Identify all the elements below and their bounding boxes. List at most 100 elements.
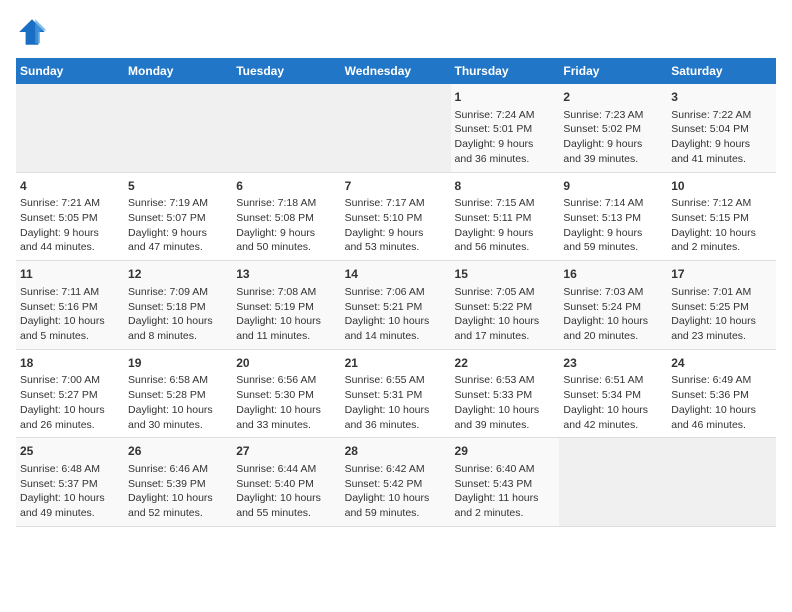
day-number: 26 — [128, 443, 228, 460]
calendar-cell: 20Sunrise: 6:56 AM Sunset: 5:30 PM Dayli… — [232, 349, 340, 438]
day-number: 11 — [20, 266, 120, 283]
day-number: 13 — [236, 266, 336, 283]
calendar-cell: 4Sunrise: 7:21 AM Sunset: 5:05 PM Daylig… — [16, 172, 124, 261]
weekday-header: Friday — [559, 58, 667, 84]
calendar-cell: 22Sunrise: 6:53 AM Sunset: 5:33 PM Dayli… — [451, 349, 560, 438]
calendar-cell: 12 Sunrise: 7:09 AM Sunset: 5:18 PM Dayli… — [124, 261, 232, 350]
day-info: Sunrise: 7:12 AM Sunset: 5:15 PM Dayligh… — [671, 196, 772, 255]
day-number: 16 — [563, 266, 663, 283]
day-info: Sunrise: 6:49 AM Sunset: 5:36 PM Dayligh… — [671, 373, 772, 432]
day-number: 15 — [455, 266, 556, 283]
calendar-week-row: 1 Sunrise: 7:24 AM Sunset: 5:01 PM Daylig… — [16, 84, 776, 172]
day-number: 2 — [563, 89, 663, 106]
calendar-cell: 6Sunrise: 7:18 AM Sunset: 5:08 PM Daylig… — [232, 172, 340, 261]
weekday-header: Saturday — [667, 58, 776, 84]
day-info: Sunrise: 7:09 AM Sunset: 5:18 PM Dayligh… — [128, 285, 228, 344]
weekday-header-row: SundayMondayTuesdayWednesdayThursdayFrid… — [16, 58, 776, 84]
calendar-cell: 18Sunrise: 7:00 AM Sunset: 5:27 PM Dayli… — [16, 349, 124, 438]
day-info: Sunrise: 6:58 AM Sunset: 5:28 PM Dayligh… — [128, 373, 228, 432]
logo-icon — [16, 16, 48, 48]
day-info: Sunrise: 6:53 AM Sunset: 5:33 PM Dayligh… — [455, 373, 556, 432]
calendar-cell: 26 Sunrise: 6:46 AM Sunset: 5:39 PM Dayli… — [124, 438, 232, 527]
day-info: Sunrise: 7:00 AM Sunset: 5:27 PM Dayligh… — [20, 373, 120, 432]
day-info: Sunrise: 6:51 AM Sunset: 5:34 PM Dayligh… — [563, 373, 663, 432]
day-info: Sunrise: 6:55 AM Sunset: 5:31 PM Dayligh… — [345, 373, 447, 432]
day-number: 9 — [563, 178, 663, 195]
calendar-cell: 7Sunrise: 7:17 AM Sunset: 5:10 PM Daylig… — [341, 172, 451, 261]
day-number: 22 — [455, 355, 556, 372]
day-info: Sunrise: 7:14 AM Sunset: 5:13 PM Dayligh… — [563, 196, 663, 255]
weekday-header: Monday — [124, 58, 232, 84]
calendar-cell: 17 Sunrise: 7:01 AM Sunset: 5:25 PM Dayli… — [667, 261, 776, 350]
day-number: 12 — [128, 266, 228, 283]
weekday-header: Thursday — [451, 58, 560, 84]
day-number: 27 — [236, 443, 336, 460]
day-info: Sunrise: 7:01 AM Sunset: 5:25 PM Dayligh… — [671, 285, 772, 344]
day-info: Sunrise: 7:23 AM Sunset: 5:02 PM Dayligh… — [563, 108, 663, 167]
day-number: 7 — [345, 178, 447, 195]
day-info: Sunrise: 7:17 AM Sunset: 5:10 PM Dayligh… — [345, 196, 447, 255]
day-number: 14 — [345, 266, 447, 283]
day-info: Sunrise: 7:24 AM Sunset: 5:01 PM Dayligh… — [455, 108, 556, 167]
calendar-cell: 21Sunrise: 6:55 AM Sunset: 5:31 PM Dayli… — [341, 349, 451, 438]
day-number: 23 — [563, 355, 663, 372]
calendar-cell — [667, 438, 776, 527]
day-number: 5 — [128, 178, 228, 195]
day-info: Sunrise: 6:46 AM Sunset: 5:39 PM Dayligh… — [128, 462, 228, 521]
calendar-cell: 25 Sunrise: 6:48 AM Sunset: 5:37 PM Dayli… — [16, 438, 124, 527]
calendar-cell: 23Sunrise: 6:51 AM Sunset: 5:34 PM Dayli… — [559, 349, 667, 438]
day-number: 29 — [455, 443, 556, 460]
calendar-cell: 19Sunrise: 6:58 AM Sunset: 5:28 PM Dayli… — [124, 349, 232, 438]
calendar-cell: 10Sunrise: 7:12 AM Sunset: 5:15 PM Dayli… — [667, 172, 776, 261]
day-number: 1 — [455, 89, 556, 106]
day-number: 17 — [671, 266, 772, 283]
day-number: 3 — [671, 89, 772, 106]
calendar-cell: 9Sunrise: 7:14 AM Sunset: 5:13 PM Daylig… — [559, 172, 667, 261]
calendar-cell: 15 Sunrise: 7:05 AM Sunset: 5:22 PM Dayli… — [451, 261, 560, 350]
weekday-header: Tuesday — [232, 58, 340, 84]
day-number: 6 — [236, 178, 336, 195]
calendar-cell — [232, 84, 340, 172]
day-number: 8 — [455, 178, 556, 195]
calendar-cell: 11 Sunrise: 7:11 AM Sunset: 5:16 PM Dayli… — [16, 261, 124, 350]
calendar-week-row: 11 Sunrise: 7:11 AM Sunset: 5:16 PM Dayli… — [16, 261, 776, 350]
day-info: Sunrise: 7:08 AM Sunset: 5:19 PM Dayligh… — [236, 285, 336, 344]
day-info: Sunrise: 7:19 AM Sunset: 5:07 PM Dayligh… — [128, 196, 228, 255]
day-number: 21 — [345, 355, 447, 372]
day-info: Sunrise: 7:22 AM Sunset: 5:04 PM Dayligh… — [671, 108, 772, 167]
calendar-cell: 2 Sunrise: 7:23 AM Sunset: 5:02 PM Daylig… — [559, 84, 667, 172]
day-number: 25 — [20, 443, 120, 460]
calendar-cell: 29 Sunrise: 6:40 AM Sunset: 5:43 PM Dayli… — [451, 438, 560, 527]
day-info: Sunrise: 7:21 AM Sunset: 5:05 PM Dayligh… — [20, 196, 120, 255]
weekday-header: Wednesday — [341, 58, 451, 84]
day-info: Sunrise: 6:48 AM Sunset: 5:37 PM Dayligh… — [20, 462, 120, 521]
day-number: 24 — [671, 355, 772, 372]
calendar-cell: 28Sunrise: 6:42 AM Sunset: 5:42 PM Dayli… — [341, 438, 451, 527]
calendar-cell — [341, 84, 451, 172]
day-number: 4 — [20, 178, 120, 195]
day-info: Sunrise: 7:11 AM Sunset: 5:16 PM Dayligh… — [20, 285, 120, 344]
day-info: Sunrise: 7:06 AM Sunset: 5:21 PM Dayligh… — [345, 285, 447, 344]
day-number: 10 — [671, 178, 772, 195]
day-info: Sunrise: 7:15 AM Sunset: 5:11 PM Dayligh… — [455, 196, 556, 255]
day-info: Sunrise: 6:40 AM Sunset: 5:43 PM Dayligh… — [455, 462, 556, 521]
calendar-week-row: 25 Sunrise: 6:48 AM Sunset: 5:37 PM Dayli… — [16, 438, 776, 527]
logo — [16, 16, 52, 48]
calendar-table: SundayMondayTuesdayWednesdayThursdayFrid… — [16, 58, 776, 527]
day-info: Sunrise: 7:05 AM Sunset: 5:22 PM Dayligh… — [455, 285, 556, 344]
weekday-header: Sunday — [16, 58, 124, 84]
calendar-cell — [16, 84, 124, 172]
calendar-cell: 24Sunrise: 6:49 AM Sunset: 5:36 PM Dayli… — [667, 349, 776, 438]
calendar-week-row: 18Sunrise: 7:00 AM Sunset: 5:27 PM Dayli… — [16, 349, 776, 438]
day-info: Sunrise: 6:44 AM Sunset: 5:40 PM Dayligh… — [236, 462, 336, 521]
day-number: 20 — [236, 355, 336, 372]
calendar-week-row: 4Sunrise: 7:21 AM Sunset: 5:05 PM Daylig… — [16, 172, 776, 261]
calendar-cell: 14 Sunrise: 7:06 AM Sunset: 5:21 PM Dayli… — [341, 261, 451, 350]
day-number: 18 — [20, 355, 120, 372]
day-number: 28 — [345, 443, 447, 460]
day-info: Sunrise: 7:18 AM Sunset: 5:08 PM Dayligh… — [236, 196, 336, 255]
calendar-cell: 8Sunrise: 7:15 AM Sunset: 5:11 PM Daylig… — [451, 172, 560, 261]
calendar-cell: 1 Sunrise: 7:24 AM Sunset: 5:01 PM Daylig… — [451, 84, 560, 172]
calendar-cell: 5Sunrise: 7:19 AM Sunset: 5:07 PM Daylig… — [124, 172, 232, 261]
calendar-cell — [559, 438, 667, 527]
